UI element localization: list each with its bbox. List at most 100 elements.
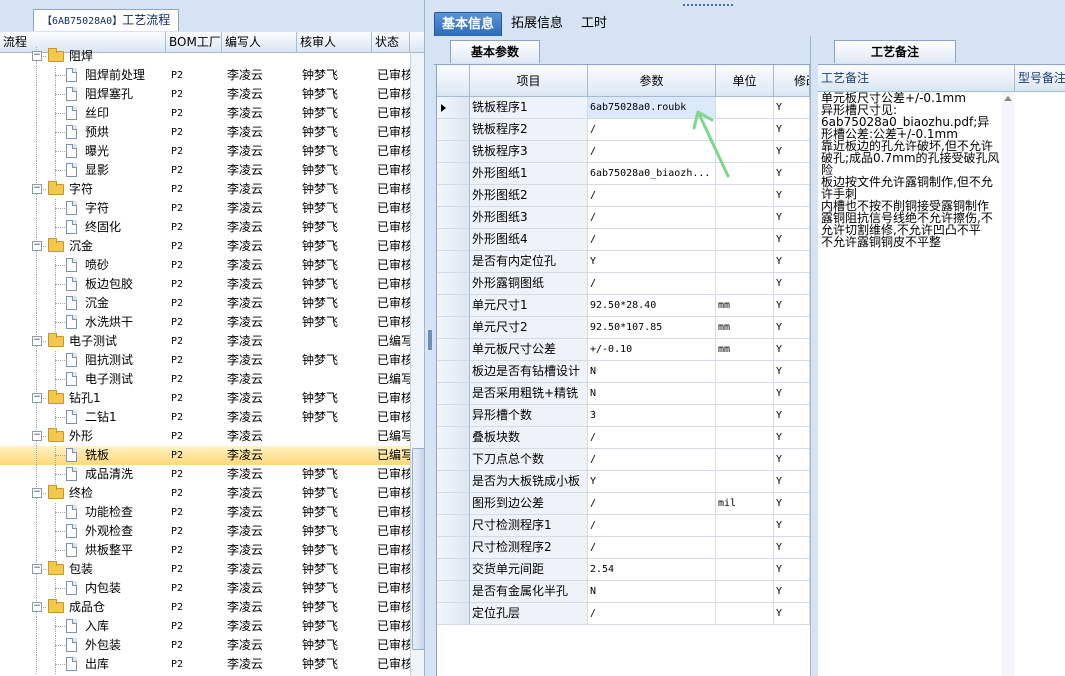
param-modify-cell[interactable]: Y <box>774 361 810 383</box>
grid-row[interactable]: 下刀点总个数 / Y <box>437 449 810 471</box>
tree-item-row[interactable]: 功能检查 P2 李凌云 钟梦飞 已审核 <box>0 503 410 522</box>
param-unit-cell[interactable]: mm <box>716 317 774 339</box>
tree-item-row[interactable]: 电子测试 P2 李凌云 已编写 <box>0 370 410 389</box>
param-modify-cell[interactable]: Y <box>774 559 810 581</box>
param-value-cell[interactable]: +/-0.10 <box>588 339 716 361</box>
grid-row[interactable]: 单元尺寸1 92.50*28.40 mm Y <box>437 295 810 317</box>
tree-item-row[interactable]: 阻焊前处理 P2 李凌云 钟梦飞 已审核 <box>0 66 410 85</box>
tree-scrollbar-thumb[interactable] <box>412 448 424 650</box>
row-indicator[interactable] <box>437 295 470 317</box>
tree-folder-row[interactable]: − 沉金 P2 李凌云 钟梦飞 已审核 <box>0 237 410 256</box>
grid-row[interactable]: 交货单元间距 2.54 Y <box>437 559 810 581</box>
row-indicator[interactable] <box>437 449 470 471</box>
param-modify-cell[interactable]: Y <box>774 185 810 207</box>
tree-folder-row[interactable]: − 电子测试 P2 李凌云 已编写 <box>0 332 410 351</box>
param-modify-cell[interactable]: Y <box>774 427 810 449</box>
grid-row[interactable]: 是否为大板铣成小板 Y Y <box>437 471 810 493</box>
tab-extended-info[interactable]: 拓展信息 <box>504 12 570 36</box>
param-modify-cell[interactable]: Y <box>774 141 810 163</box>
row-indicator[interactable] <box>437 537 470 559</box>
param-unit-cell[interactable] <box>716 185 774 207</box>
row-indicator[interactable] <box>437 207 470 229</box>
param-value-cell[interactable]: Y <box>588 251 716 273</box>
grid-row[interactable]: 外形露铜图纸 / Y <box>437 273 810 295</box>
param-value-cell[interactable]: / <box>588 493 716 515</box>
process-flow-tab[interactable]: 【6AB75028A0】工艺流程 <box>33 9 180 31</box>
param-unit-cell[interactable]: mm <box>716 295 774 317</box>
tree-item-row[interactable]: 阻焊塞孔 P2 李凌云 钟梦飞 已审核 <box>0 85 410 104</box>
param-modify-cell[interactable]: Y <box>774 449 810 471</box>
grid-row[interactable]: 尺寸检测程序2/ Y <box>437 537 810 559</box>
grid-row[interactable]: 板边是否有钻槽设计 N Y <box>437 361 810 383</box>
param-value-cell[interactable]: N <box>588 383 716 405</box>
param-unit-cell[interactable] <box>716 251 774 273</box>
row-indicator[interactable] <box>437 427 470 449</box>
tab-basic-info[interactable]: 基本信息 <box>434 12 503 37</box>
param-modify-cell[interactable]: Y <box>774 471 810 493</box>
collapse-toggle-icon[interactable]: − <box>32 241 42 251</box>
row-indicator[interactable] <box>437 471 470 493</box>
tree-item-row[interactable]: 丝印 P2 李凌云 钟梦飞 已审核 <box>0 104 410 123</box>
grid-row[interactable]: 单元尺寸2 92.50*107.85 mm Y <box>437 317 810 339</box>
row-indicator[interactable] <box>437 317 470 339</box>
tree-item-row[interactable]: 显影 P2 李凌云 钟梦飞 已审核 <box>0 161 410 180</box>
param-unit-cell[interactable] <box>716 273 774 295</box>
row-indicator[interactable] <box>437 163 470 185</box>
param-value-cell[interactable]: / <box>588 229 716 251</box>
param-unit-cell[interactable] <box>716 559 774 581</box>
row-indicator[interactable] <box>437 97 470 119</box>
param-value-cell[interactable]: / <box>588 207 716 229</box>
row-indicator[interactable] <box>437 603 470 625</box>
tab-basic-params[interactable]: 基本参数 <box>450 40 541 63</box>
collapse-toggle-icon[interactable]: − <box>32 184 42 194</box>
param-modify-cell[interactable]: Y <box>774 493 810 515</box>
splitter-grip[interactable] <box>428 330 432 350</box>
row-indicator[interactable] <box>437 405 470 427</box>
param-unit-cell[interactable] <box>716 427 774 449</box>
row-indicator[interactable] <box>437 581 470 603</box>
tree-item-row[interactable]: 喷砂 P2 李凌云 钟梦飞 已审核 <box>0 256 410 275</box>
grid-row[interactable]: 定位孔层 / Y <box>437 603 810 625</box>
process-remark-box[interactable]: 单元板尺寸公差+/-0.1mm 异形槽尺寸见: 6ab75028a0_biaoz… <box>818 92 1016 676</box>
param-unit-cell[interactable] <box>716 603 774 625</box>
param-modify-cell[interactable]: Y <box>774 515 810 537</box>
grid-row[interactable]: 铣板程序1 6ab75028a0.roubk Y <box>437 97 810 119</box>
tree-folder-row[interactable]: − 字符 P2 李凌云 钟梦飞 已审核 <box>0 180 410 199</box>
tree-item-row[interactable]: 阻抗测试 P2 李凌云 钟梦飞 已审核 <box>0 351 410 370</box>
tree-folder-row[interactable]: − 包装 P2 李凌云 钟梦飞 已审核 <box>0 560 410 579</box>
tree-folder-row[interactable]: − 终检 P2 李凌云 钟梦飞 已审核 <box>0 484 410 503</box>
row-indicator[interactable] <box>437 515 470 537</box>
tree-item-row[interactable]: 烘板整平 P2 李凌云 钟梦飞 已审核 <box>0 541 410 560</box>
param-value-cell[interactable]: / <box>588 537 716 559</box>
grid-row[interactable]: 是否采用粗铣+精铣 N Y <box>437 383 810 405</box>
param-unit-cell[interactable] <box>716 405 774 427</box>
row-indicator[interactable] <box>437 141 470 163</box>
param-value-cell[interactable]: / <box>588 515 716 537</box>
grid-row[interactable]: 叠板块数 / Y <box>437 427 810 449</box>
grid-row[interactable]: 外形图纸4/ Y <box>437 229 810 251</box>
tree-folder-row[interactable]: − 成品仓 P2 李凌云 钟梦飞 已审核 <box>0 598 410 617</box>
param-value-cell[interactable]: / <box>588 273 716 295</box>
param-modify-cell[interactable]: Y <box>774 317 810 339</box>
tree-item-row[interactable]: 字符 P2 李凌云 钟梦飞 已审核 <box>0 199 410 218</box>
tree-item-row[interactable]: 沉金 P2 李凌云 钟梦飞 已审核 <box>0 294 410 313</box>
param-modify-cell[interactable]: Y <box>774 119 810 141</box>
param-unit-cell[interactable] <box>716 449 774 471</box>
row-indicator[interactable] <box>437 559 470 581</box>
left-splitter[interactable] <box>424 0 435 676</box>
grid-row[interactable]: 外形图纸2/ Y <box>437 185 810 207</box>
tab-work-hours[interactable]: 工时 <box>574 12 614 36</box>
tree-item-row[interactable]: 曝光 P2 李凌云 钟梦飞 已审核 <box>0 142 410 161</box>
param-unit-cell[interactable] <box>716 515 774 537</box>
tree-item-row[interactable]: 板边包胶 P2 李凌云 钟梦飞 已审核 <box>0 275 410 294</box>
grid-row[interactable]: 异形槽个数 3 Y <box>437 405 810 427</box>
param-value-cell[interactable]: / <box>588 603 716 625</box>
grid-row[interactable]: 铣板程序2/Y <box>437 119 810 141</box>
grid-row[interactable]: 是否有内定位孔 Y Y <box>437 251 810 273</box>
row-indicator[interactable] <box>437 383 470 405</box>
col-header-item[interactable]: 项目 <box>470 65 588 97</box>
tree-item-row[interactable]: 入库 P2 李凌云 钟梦飞 已审核 <box>0 617 410 636</box>
param-unit-cell[interactable] <box>716 229 774 251</box>
grid-row[interactable]: 图形到边公差 / mil Y <box>437 493 810 515</box>
param-value-cell[interactable]: 92.50*107.85 <box>588 317 716 339</box>
